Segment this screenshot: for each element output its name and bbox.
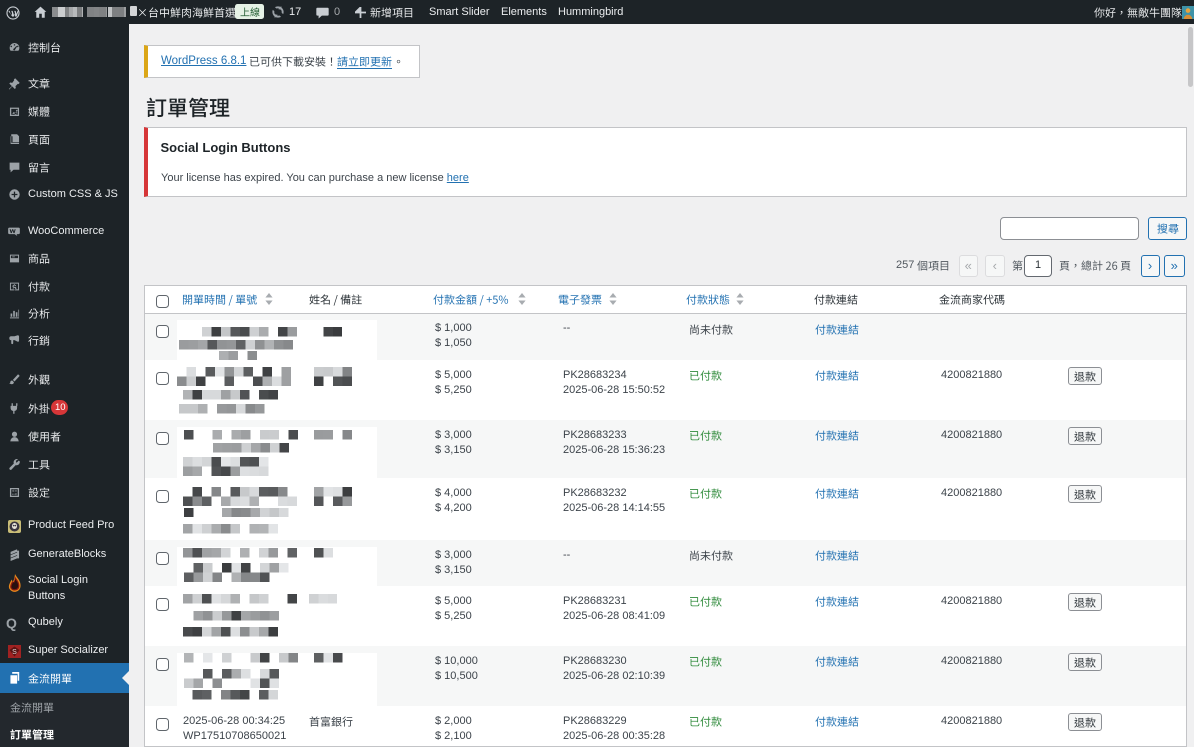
svg-text:S: S xyxy=(12,649,17,656)
